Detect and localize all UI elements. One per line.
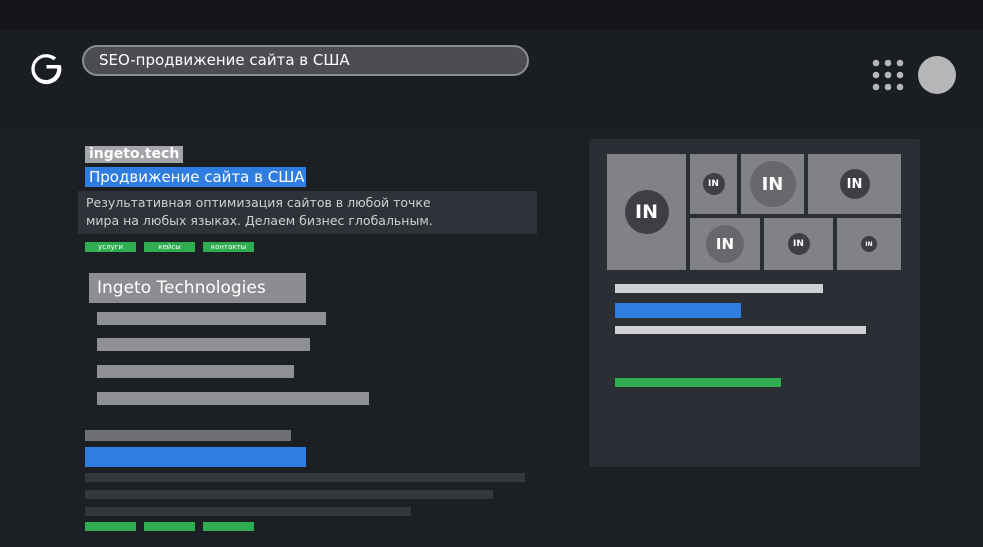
search-input[interactable]: SEO-продвижение сайта в США bbox=[82, 45, 529, 76]
image-tile[interactable]: IN bbox=[690, 218, 760, 270]
result-site-url[interactable]: ingeto.tech bbox=[85, 146, 184, 163]
image-tile[interactable]: IN bbox=[837, 218, 901, 270]
panel-placeholder-link[interactable] bbox=[615, 303, 741, 318]
ingeto-logo-icon: IN bbox=[861, 236, 877, 252]
image-tile[interactable]: IN bbox=[690, 154, 737, 214]
panel-placeholder-action[interactable] bbox=[615, 378, 781, 387]
placeholder-line bbox=[85, 490, 493, 499]
browser-top-strip bbox=[0, 0, 983, 30]
ingeto-logo-icon: IN bbox=[839, 169, 870, 199]
placeholder-line bbox=[97, 365, 294, 378]
result-description-line: мира на любых языках. Делаем бизнес глоб… bbox=[86, 213, 433, 228]
result-description-line: Результативная оптимизация сайтов в любо… bbox=[86, 195, 431, 210]
ingeto-logo-icon: IN bbox=[749, 161, 796, 207]
result-description: Результативная оптимизация сайтов в любо… bbox=[78, 191, 537, 234]
apps-grid-icon[interactable] bbox=[872, 59, 906, 93]
panel-placeholder-line bbox=[615, 284, 823, 293]
image-tile[interactable]: IN bbox=[808, 154, 901, 214]
placeholder-url bbox=[85, 430, 291, 441]
sitelink-cases[interactable]: кейсы bbox=[144, 242, 195, 252]
image-tile[interactable]: IN bbox=[741, 154, 804, 214]
placeholder-line bbox=[97, 338, 310, 351]
ingeto-logo-icon: IN bbox=[706, 225, 744, 263]
placeholder-sitelink[interactable] bbox=[203, 522, 254, 531]
placeholder-sitelink[interactable] bbox=[85, 522, 136, 531]
google-g-icon[interactable] bbox=[26, 48, 66, 88]
result-title-link[interactable]: Продвижение сайта в США bbox=[85, 167, 306, 187]
placeholder-line bbox=[85, 473, 525, 482]
placeholder-sitelink[interactable] bbox=[144, 522, 195, 531]
image-tile[interactable]: IN bbox=[764, 218, 833, 270]
placeholder-title-link[interactable] bbox=[85, 447, 306, 467]
organic-result-title[interactable]: Ingeto Technologies bbox=[89, 273, 306, 303]
account-avatar[interactable] bbox=[918, 56, 956, 94]
placeholder-line bbox=[97, 392, 369, 405]
placeholder-line bbox=[85, 507, 411, 516]
ingeto-logo-icon: IN bbox=[624, 190, 669, 234]
ingeto-logo-icon: IN bbox=[787, 233, 810, 255]
sitelink-contacts[interactable]: контакты bbox=[203, 242, 254, 252]
placeholder-line bbox=[97, 312, 326, 325]
panel-placeholder-line bbox=[615, 326, 866, 334]
sitelink-services[interactable]: услуги bbox=[85, 242, 136, 252]
ingeto-logo-icon: IN bbox=[702, 173, 725, 195]
image-tile[interactable]: IN bbox=[607, 154, 686, 270]
